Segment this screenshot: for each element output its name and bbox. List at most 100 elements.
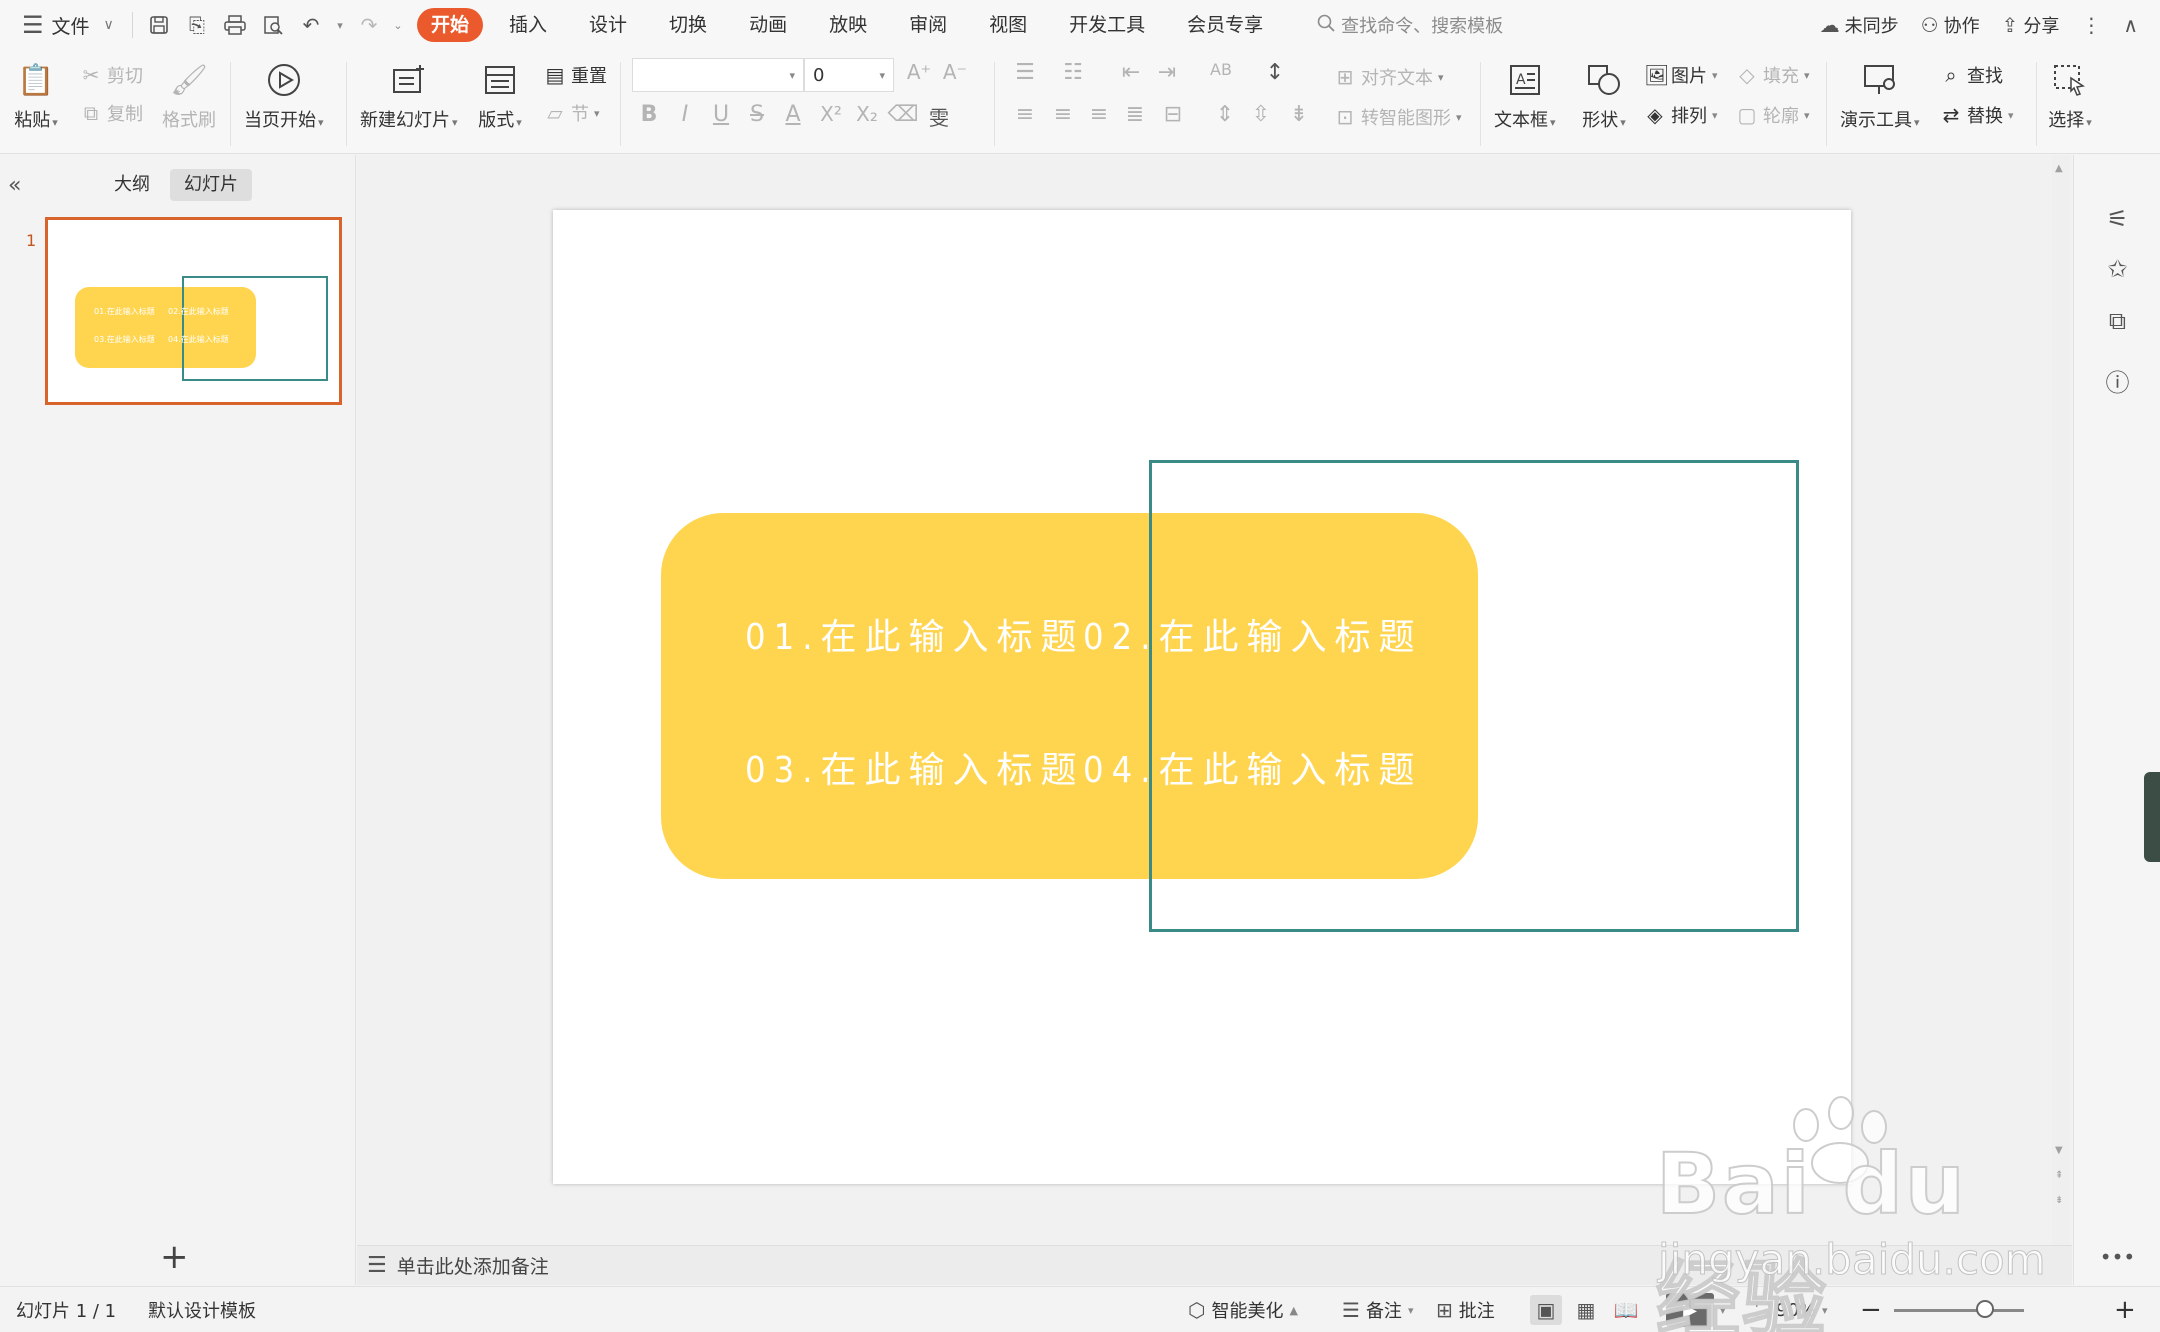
phonetic-guide-icon[interactable]: 雯 <box>922 102 956 131</box>
pin-icon[interactable]: ✩ <box>2074 255 2160 283</box>
command-search[interactable]: 查找命令、搜索模板 <box>1317 12 1503 38</box>
superscript-icon[interactable]: X² <box>814 102 848 126</box>
comment-panel-icon[interactable]: ⧉ <box>2074 307 2160 335</box>
find-button[interactable]: ⌕ 查找 <box>1940 62 2003 88</box>
tab-transitions[interactable]: 切换 <box>653 8 723 42</box>
collapse-ribbon-button[interactable]: ∧ <box>2123 13 2138 37</box>
arrange-button[interactable]: ◈ 排列 ▾ <box>1644 102 1717 128</box>
paste-button[interactable]: 📋 粘贴 ▾ <box>14 58 58 132</box>
play-from-current-button[interactable]: 当页开始 ▾ <box>244 58 324 132</box>
italic-icon[interactable]: I <box>668 102 702 127</box>
sync-button[interactable]: ☁ 未同步 <box>1820 12 1899 38</box>
add-slide-icon[interactable]: + <box>160 1237 189 1277</box>
eraser-icon[interactable]: ⌫ <box>886 102 920 127</box>
copy-button[interactable]: ⧉ 复制 <box>80 100 143 126</box>
text-case-icon[interactable]: AB <box>1204 60 1238 79</box>
tab-slideshow[interactable]: 放映 <box>813 8 883 42</box>
slide-thumbnail[interactable]: 01.在此输入标题 02.在此输入标题 03.在此输入标题 04.在此输入标题 <box>45 217 342 405</box>
tab-design[interactable]: 设计 <box>573 8 643 42</box>
decrease-indent-icon[interactable]: ⇤ <box>1114 60 1148 85</box>
tab-outline[interactable]: 大纲 <box>100 169 164 201</box>
tab-slides[interactable]: 幻灯片 <box>170 169 252 201</box>
title-4[interactable]: 04.在此输入标题 <box>1083 741 1423 793</box>
zoom-slider-track[interactable] <box>1894 1309 2024 1312</box>
slide[interactable]: 01.在此输入标题 02.在此输入标题 03.在此输入标题 04.在此输入标题 <box>553 210 1851 1184</box>
presenter-tools-button[interactable]: 演示工具 ▾ <box>1840 58 1920 132</box>
distribute-icon[interactable]: ⊟ <box>1156 102 1190 127</box>
tab-home[interactable]: 开始 <box>417 8 484 42</box>
tab-developer[interactable]: 开发工具 <box>1053 8 1161 42</box>
title-2[interactable]: 02.在此输入标题 <box>1083 608 1423 660</box>
picture-button[interactable]: 🖼 图片 ▾ <box>1644 62 1718 88</box>
reading-view-icon[interactable]: 📖 <box>1610 1295 1642 1325</box>
title-3[interactable]: 03.在此输入标题 <box>745 741 1085 793</box>
replace-button[interactable]: ⇄ 替换 ▾ <box>1940 102 2014 128</box>
normal-view-icon[interactable]: ▣ <box>1530 1295 1562 1325</box>
text-direction-icon[interactable]: ↕ <box>1258 60 1292 85</box>
properties-icon[interactable]: ⚟ <box>2074 205 2160 233</box>
bold-icon[interactable]: B <box>632 102 666 127</box>
font-color-icon[interactable]: A <box>776 102 810 127</box>
font-name-select[interactable]: ▾ <box>632 58 804 92</box>
notes-toggle-button[interactable]: ☰ 备注 ▾ <box>1342 1287 1413 1332</box>
fill-button[interactable]: ◇ 填充 ▾ <box>1736 62 1809 88</box>
tab-view[interactable]: 视图 <box>973 8 1043 42</box>
vertical-scrollbar[interactable]: ▲ ▼ ⇞ ⇟ <box>2052 155 2070 1245</box>
zoom-slider-thumb[interactable] <box>1976 1300 1994 1318</box>
layout-button[interactable]: 版式 ▾ <box>478 58 522 132</box>
bullet-list-icon[interactable]: ☰ <box>1008 60 1042 85</box>
column-spacing-icon[interactable]: ⇟ <box>1282 102 1316 127</box>
zoom-in-icon[interactable]: + <box>2114 1287 2136 1332</box>
prev-slide-icon[interactable]: ⇞ <box>2055 1170 2063 1181</box>
smart-beautify-button[interactable]: ⬡ 智能美化 ▲ <box>1188 1287 1298 1332</box>
print-icon[interactable] <box>217 7 253 43</box>
more-horizontal-icon[interactable]: ••• <box>2074 1245 2160 1269</box>
print-preview-icon[interactable] <box>255 7 291 43</box>
cut-button[interactable]: ✂ 剪切 <box>80 62 143 88</box>
numbered-list-icon[interactable]: ☷ <box>1056 60 1090 85</box>
smart-shape-button[interactable]: ⊡ 转智能图形 ▾ <box>1334 104 1462 130</box>
textbox-button[interactable]: A 文本框 ▾ <box>1494 58 1556 132</box>
align-center-icon[interactable]: ≡ <box>1046 102 1080 127</box>
next-slide-icon[interactable]: ⇟ <box>2055 1195 2063 1206</box>
tab-animations[interactable]: 动画 <box>733 8 803 42</box>
collaborate-button[interactable]: ⚇ 协作 <box>1921 12 1980 38</box>
justify-icon[interactable]: ≣ <box>1118 102 1152 127</box>
play-slideshow-button[interactable]: ▶ <box>1666 1293 1714 1327</box>
help-icon[interactable]: ⓘ <box>2074 363 2160 398</box>
decrease-font-icon[interactable]: A⁻ <box>938 60 972 84</box>
strikethrough-icon[interactable]: S <box>740 102 774 127</box>
zoom-control[interactable]: ⛶ 90% ▾ <box>1756 1287 1828 1332</box>
font-size-select[interactable]: 0 ▾ <box>804 58 894 92</box>
side-panel-handle[interactable] <box>2144 772 2160 862</box>
slideshow-dropdown-icon[interactable]: ▾ <box>1720 1287 1726 1332</box>
section-button[interactable]: ▱ 节 ▾ <box>544 100 599 126</box>
increase-indent-icon[interactable]: ⇥ <box>1150 60 1184 85</box>
teal-frame-rectangle[interactable] <box>1149 460 1799 932</box>
tab-membership[interactable]: 会员专享 <box>1171 8 1279 42</box>
align-right-icon[interactable]: ≡ <box>1082 102 1116 127</box>
outline-button[interactable]: ▢ 轮廓 ▾ <box>1736 102 1810 128</box>
subscript-icon[interactable]: X₂ <box>850 102 884 126</box>
align-text-button[interactable]: ⊞ 对齐文本 ▾ <box>1334 64 1444 90</box>
zoom-out-icon[interactable]: − <box>1860 1287 1882 1332</box>
tab-review[interactable]: 审阅 <box>893 8 963 42</box>
save-icon[interactable] <box>141 7 177 43</box>
slide-sorter-icon[interactable]: ▦ <box>1570 1295 1602 1325</box>
tab-insert[interactable]: 插入 <box>493 8 563 42</box>
template-name[interactable]: 默认设计模板 <box>148 1287 256 1332</box>
file-menu[interactable]: ☰ 文件 ∨ <box>0 11 124 39</box>
reset-button[interactable]: ▤ 重置 <box>544 62 607 88</box>
comments-button[interactable]: ⊞ 批注 <box>1436 1287 1495 1332</box>
format-painter-button[interactable]: 🖌 格式刷 <box>162 58 216 132</box>
notes-bar[interactable]: ☰ 单击此处添加备注 <box>357 1245 2072 1285</box>
scroll-down-icon[interactable]: ▼ <box>2055 1145 2063 1156</box>
undo-dropdown-icon[interactable]: ▾ <box>331 7 349 43</box>
underline-icon[interactable]: U <box>704 102 738 127</box>
increase-font-icon[interactable]: A⁺ <box>902 60 936 84</box>
scroll-up-icon[interactable]: ▲ <box>2055 163 2063 174</box>
select-button[interactable]: 选择 ▾ <box>2048 58 2092 132</box>
shape-button[interactable]: 形状 ▾ <box>1582 58 1626 132</box>
paragraph-spacing-icon[interactable]: ⇳ <box>1244 102 1278 127</box>
redo-icon[interactable]: ↷ <box>351 7 387 43</box>
